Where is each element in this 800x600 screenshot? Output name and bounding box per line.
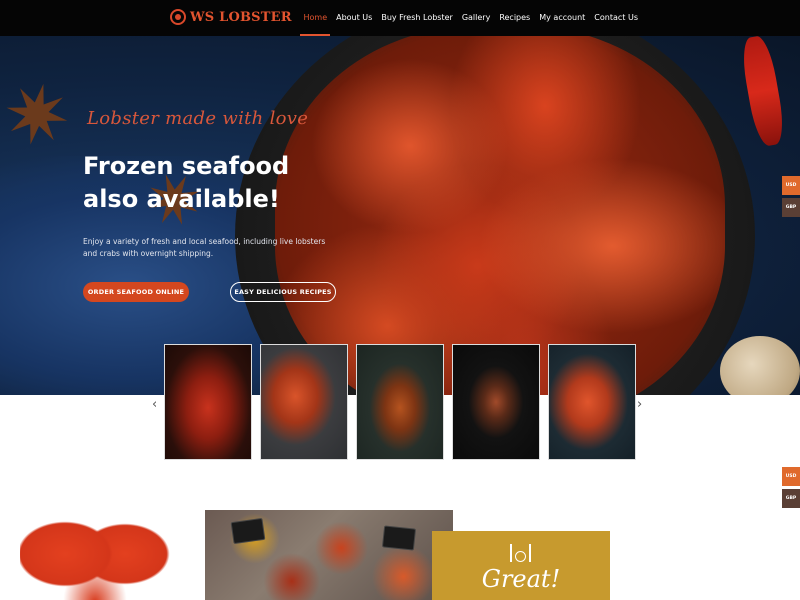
cutlery-icon [508, 542, 532, 562]
order-seafood-online-button[interactable]: ORDER SEAFOOD ONLINE [83, 282, 189, 302]
thumbnail-lobster-platter[interactable] [260, 344, 348, 460]
garlic-image [720, 336, 800, 395]
thumbnail-lobster[interactable] [164, 344, 252, 460]
carousel-prev-icon[interactable]: ‹ [152, 397, 157, 412]
phone-image [230, 517, 266, 545]
nav-gallery[interactable]: Gallery [462, 0, 491, 36]
nav-home[interactable]: Home [300, 0, 330, 36]
crayfish-image [275, 36, 725, 395]
hero-script-tagline: Lobster made with love [87, 108, 309, 129]
hero-headline: Frozen seafood also available! [83, 152, 290, 213]
nav-buy-fresh-lobster[interactable]: Buy Fresh Lobster [381, 0, 452, 36]
logo[interactable]: WS LOBSTER [170, 9, 292, 25]
lobster-image [20, 506, 170, 600]
main-nav: Home About Us Buy Fresh Lobster Gallery … [300, 0, 638, 36]
currency-usd-tab[interactable]: USD [782, 176, 800, 195]
phone-image [381, 525, 417, 551]
hero-banner: ✷ ✷ Lobster made with love Frozen seafoo… [0, 36, 800, 395]
nav-my-account[interactable]: My account [539, 0, 585, 36]
currency-gbp-tab[interactable]: GBP [782, 198, 800, 217]
chili-pepper-image [738, 36, 788, 148]
thumbnail-crab[interactable] [356, 344, 444, 460]
nav-about-us[interactable]: About Us [336, 0, 372, 36]
top-navbar: WS LOBSTER Home About Us Buy Fresh Lobst… [0, 0, 800, 36]
nav-contact-us[interactable]: Contact Us [594, 0, 638, 36]
thumbnail-langoustine[interactable] [452, 344, 540, 460]
lobster-logo-icon [170, 9, 186, 25]
nav-recipes[interactable]: Recipes [499, 0, 530, 36]
great-text: Great! [481, 565, 561, 593]
logo-text: WS LOBSTER [190, 9, 292, 25]
star-anise-icon: ✷ [0, 64, 80, 169]
currency-usd-tab[interactable]: USD [782, 467, 800, 486]
page: WS LOBSTER Home About Us Buy Fresh Lobst… [0, 0, 800, 600]
currency-gbp-tab[interactable]: GBP [782, 489, 800, 508]
hero-description: Enjoy a variety of fresh and local seafo… [83, 237, 326, 258]
carousel-next-icon[interactable]: › [637, 397, 642, 412]
thumbnail-seafood-platter[interactable] [548, 344, 636, 460]
easy-delicious-recipes-button[interactable]: EASY DELICIOUS RECIPES [230, 282, 336, 302]
